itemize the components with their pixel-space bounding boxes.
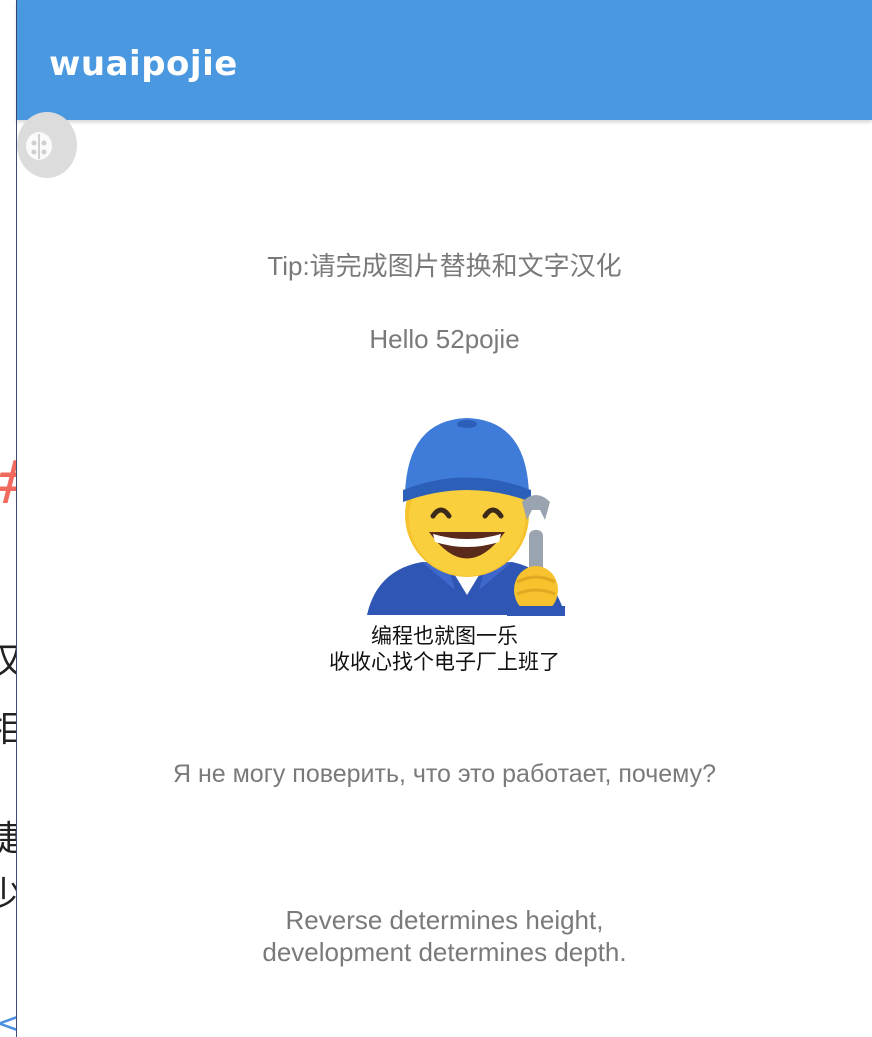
screen: # 汉 相 婕 少 < wuaipojie Tip:请完成图片替换和文字汉化 H… xyxy=(0,0,872,1037)
app-window: wuaipojie Tip:请完成图片替换和文字汉化 Hello 52pojie xyxy=(17,0,872,1037)
background-hash-mark: # xyxy=(0,448,17,518)
tip-text: Tip:请完成图片替换和文字汉化 xyxy=(267,251,622,281)
app-bar: wuaipojie xyxy=(17,0,872,120)
motto-line1: Reverse determines height, xyxy=(285,905,604,935)
motto-text: Reverse determines height, development d… xyxy=(17,904,872,968)
meme-caption-line1: 编程也就图一乐 xyxy=(371,624,518,648)
bug-icon xyxy=(26,132,52,160)
motto-line2: development determines depth. xyxy=(262,937,627,967)
background-app-strip: # 汉 相 婕 少 < xyxy=(0,0,17,1037)
russian-text: Я не могу поверить, что это работает, по… xyxy=(172,760,717,788)
background-text-fragment: 婕 xyxy=(0,810,17,862)
meme-caption-line2: 收收心找个电子厂上班了 xyxy=(329,650,560,674)
meme-caption: 编程也就图一乐 收收心找个电子厂上班了 xyxy=(17,623,872,675)
background-text-fragment: 汉 xyxy=(0,632,17,684)
floating-debug-button[interactable] xyxy=(17,112,77,178)
app-title: wuaipojie xyxy=(49,44,238,84)
background-text-fragment: 相 xyxy=(0,700,17,752)
hello-text: Hello 52pojie xyxy=(369,324,520,354)
background-back-arrow-icon: < xyxy=(0,1006,17,1037)
background-text-fragment: 少 xyxy=(0,866,17,918)
